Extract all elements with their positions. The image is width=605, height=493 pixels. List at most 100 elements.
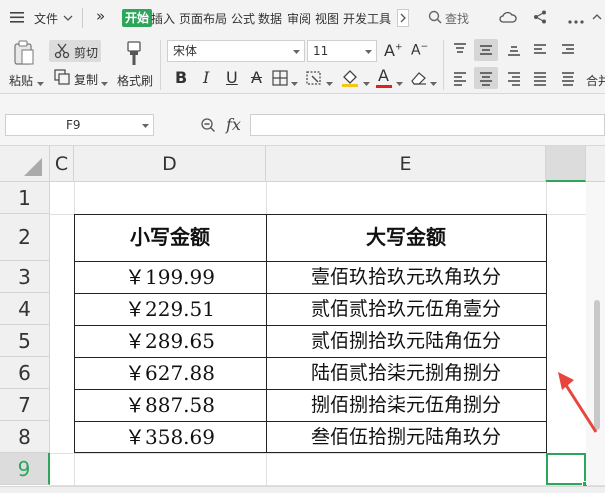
row-header-5[interactable]: 5: [0, 325, 50, 357]
tab-review[interactable]: 审阅: [287, 10, 311, 27]
wrap-text-icon[interactable]: [560, 42, 576, 61]
column-header-d[interactable]: D: [74, 146, 266, 182]
collapse-ribbon-icon[interactable]: [592, 12, 602, 26]
chevron-down-icon[interactable]: [430, 76, 437, 90]
horizontal-scrollbar[interactable]: [0, 486, 605, 493]
paste-button[interactable]: 粘贴: [9, 72, 33, 89]
text-direction-icon[interactable]: [532, 42, 548, 61]
cell-e4[interactable]: 贰佰贰拾玖元伍角壹分: [266, 293, 546, 325]
chevron-down-icon[interactable]: [101, 76, 108, 90]
more-tabs-button[interactable]: »: [96, 7, 105, 25]
chevron-down-icon[interactable]: [363, 76, 370, 90]
paste-icon[interactable]: [13, 40, 35, 69]
cell-e5[interactable]: 贰佰捌拾玖元陆角伍分: [266, 325, 546, 357]
row-header-9[interactable]: 9: [0, 453, 50, 485]
formula-input[interactable]: [250, 114, 605, 136]
name-box-value: F9: [66, 118, 81, 132]
font-name-value: 宋体: [173, 44, 198, 58]
tab-formulas[interactable]: 公式: [231, 10, 255, 27]
cell-e2-header[interactable]: 大写金额: [266, 214, 546, 261]
font-color-icon[interactable]: A: [376, 66, 392, 88]
more-icon[interactable]: [567, 14, 585, 28]
justify-icon[interactable]: [532, 70, 548, 89]
fill-pattern-icon[interactable]: [306, 70, 324, 89]
italic-button[interactable]: I: [203, 68, 209, 87]
tabs-scroll-button[interactable]: [397, 9, 409, 27]
font-size-select[interactable]: 11: [307, 40, 377, 62]
align-left-icon[interactable]: [452, 70, 468, 89]
strikethrough-button[interactable]: A: [251, 68, 262, 87]
merge-button[interactable]: 合并: [586, 72, 605, 89]
underline-button[interactable]: U: [226, 68, 238, 87]
cell-e7[interactable]: 捌佰捌拾柒元伍角捌分: [266, 389, 546, 421]
row-header-2[interactable]: 2: [0, 214, 50, 261]
format-painter-icon[interactable]: [125, 41, 143, 70]
align-center-icon[interactable]: [478, 70, 494, 89]
chevron-down-icon[interactable]: [326, 76, 333, 90]
cut-button[interactable]: 剪切: [74, 44, 98, 61]
chevron-down-icon[interactable]: [396, 76, 403, 90]
separator: [82, 8, 83, 28]
row-header-4[interactable]: 4: [0, 293, 50, 325]
increase-font-icon[interactable]: A+: [384, 41, 403, 60]
column-header-g[interactable]: [586, 146, 605, 182]
tab-data[interactable]: 数据: [258, 10, 282, 27]
chevron-down-icon[interactable]: [63, 12, 73, 26]
tab-insert[interactable]: 插入: [151, 10, 175, 27]
decrease-font-icon[interactable]: A−: [411, 42, 428, 59]
tab-page-layout[interactable]: 页面布局: [179, 10, 227, 27]
chevron-down-icon: [142, 124, 149, 128]
cell-d6[interactable]: ￥627.88: [74, 357, 266, 389]
align-right-icon[interactable]: [506, 70, 522, 89]
distribute-icon[interactable]: [560, 70, 576, 89]
eraser-icon[interactable]: [410, 70, 428, 89]
scissors-icon[interactable]: [54, 43, 70, 62]
fill-color-icon[interactable]: [340, 68, 360, 91]
cell-e6[interactable]: 陆佰贰拾柒元捌角捌分: [266, 357, 546, 389]
row-header-1[interactable]: 1: [0, 182, 50, 214]
column-header-c[interactable]: C: [50, 146, 74, 182]
cell-d3[interactable]: ￥199.99: [74, 261, 266, 293]
bold-button[interactable]: B: [175, 68, 187, 87]
tab-home[interactable]: 开始: [122, 9, 153, 27]
file-menu[interactable]: 文件: [34, 10, 58, 27]
align-top-icon[interactable]: [452, 42, 468, 61]
row-header-8[interactable]: 8: [0, 421, 50, 453]
chevron-down-icon: [365, 50, 372, 54]
align-bottom-icon[interactable]: [506, 42, 522, 61]
row-header-3[interactable]: 3: [0, 261, 50, 293]
chevron-down-icon[interactable]: [291, 76, 298, 90]
font-name-select[interactable]: 宋体: [167, 40, 305, 62]
cell-d8[interactable]: ￥358.69: [74, 421, 266, 453]
zoom-icon[interactable]: [200, 117, 216, 136]
align-middle-icon[interactable]: [478, 42, 494, 61]
cell-d2-header[interactable]: 小写金额: [74, 214, 266, 261]
share-icon[interactable]: [532, 9, 548, 28]
cell-d4[interactable]: ￥229.51: [74, 293, 266, 325]
border-icon[interactable]: [272, 70, 288, 89]
row-header-6[interactable]: 6: [0, 357, 50, 389]
row-header-7[interactable]: 7: [0, 389, 50, 421]
cell-d5[interactable]: ￥289.65: [74, 325, 266, 357]
separator: [160, 40, 161, 90]
fx-icon[interactable]: fx: [226, 115, 241, 134]
search-label[interactable]: 查找: [445, 10, 469, 27]
chevron-down-icon[interactable]: [37, 76, 44, 90]
hamburger-icon[interactable]: [10, 10, 24, 24]
copy-button[interactable]: 复制: [74, 71, 98, 88]
select-all-corner[interactable]: [0, 146, 50, 182]
selected-cell-f9[interactable]: [546, 453, 586, 485]
cloud-icon[interactable]: [499, 9, 517, 28]
tab-view[interactable]: 视图: [315, 10, 339, 27]
tab-developer[interactable]: 开发工具: [343, 10, 391, 27]
copy-icon[interactable]: [54, 69, 70, 88]
column-header-e[interactable]: E: [266, 146, 546, 182]
select-all-icon: [24, 158, 42, 176]
cell-e3[interactable]: 壹佰玖拾玖元玖角玖分: [266, 261, 546, 293]
format-painter-button[interactable]: 格式刷: [117, 72, 153, 89]
cell-d7[interactable]: ￥887.58: [74, 389, 266, 421]
search-icon[interactable]: [428, 10, 442, 27]
column-header-f[interactable]: [546, 146, 586, 182]
name-box[interactable]: F9: [5, 114, 154, 136]
cell-e8[interactable]: 叁佰伍拾捌元陆角玖分: [266, 421, 546, 453]
